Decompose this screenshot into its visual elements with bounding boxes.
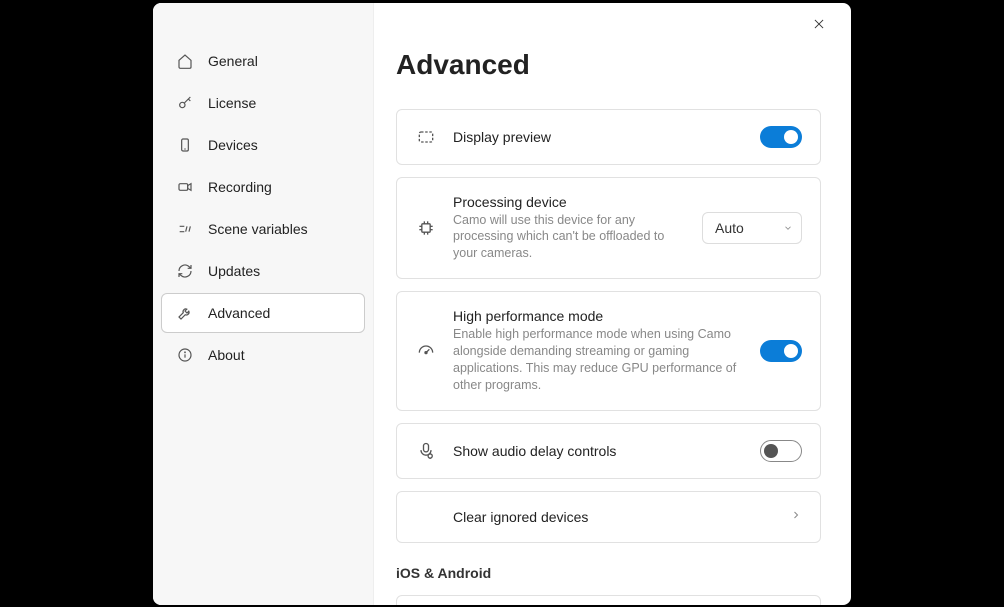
setting-description: Camo will use this device for any proces… — [453, 212, 686, 263]
sidebar-item-recording[interactable]: Recording — [161, 167, 365, 207]
display-preview-toggle[interactable] — [760, 126, 802, 148]
wrench-icon — [176, 304, 194, 322]
close-icon — [812, 17, 826, 36]
select-value: Auto — [715, 220, 744, 236]
chip-icon — [415, 217, 437, 239]
setting-high-performance: High performance mode Enable high perfor… — [396, 291, 821, 411]
refresh-icon — [176, 262, 194, 280]
sidebar-item-scene-variables[interactable]: Scene variables — [161, 209, 365, 249]
display-icon — [415, 126, 437, 148]
setting-label: Show audio delay controls — [453, 443, 744, 459]
high-performance-toggle[interactable] — [760, 340, 802, 362]
section-header-mobile: iOS & Android — [396, 565, 821, 581]
scroll-area[interactable]: Advanced Display preview Processing devi… — [374, 3, 851, 605]
gauge-icon — [415, 340, 437, 362]
sidebar-item-updates[interactable]: Updates — [161, 251, 365, 291]
setting-text: Show audio delay controls — [453, 443, 744, 459]
sidebar-item-advanced[interactable]: Advanced — [161, 293, 365, 333]
main-panel: Advanced Display preview Processing devi… — [374, 3, 851, 605]
sidebar-item-label: Scene variables — [208, 221, 308, 237]
setting-label: Processing device — [453, 194, 686, 210]
setting-text: Processing device Camo will use this dev… — [453, 194, 686, 263]
settings-window: General License Devices Recording Scene … — [153, 3, 851, 605]
setting-text: High performance mode Enable high perfor… — [453, 308, 744, 394]
sidebar-item-label: License — [208, 95, 256, 111]
sidebar: General License Devices Recording Scene … — [153, 3, 374, 605]
setting-display-preview: Display preview — [396, 109, 821, 165]
home-icon — [176, 52, 194, 70]
sidebar-item-label: Advanced — [208, 305, 270, 321]
setting-text: Display preview — [453, 129, 744, 145]
sidebar-item-about[interactable]: About — [161, 335, 365, 375]
sidebar-item-license[interactable]: License — [161, 83, 365, 123]
sidebar-item-label: Updates — [208, 263, 260, 279]
setting-screen-curtain: Screen curtain Automatically dim the pho… — [396, 595, 821, 605]
chevron-right-icon — [790, 508, 802, 526]
sidebar-item-label: Recording — [208, 179, 272, 195]
setting-label: High performance mode — [453, 308, 744, 324]
cube-icon — [176, 220, 194, 238]
key-icon — [176, 94, 194, 112]
sidebar-item-label: About — [208, 347, 245, 363]
mic-settings-icon — [415, 440, 437, 462]
setting-processing-device: Processing device Camo will use this dev… — [396, 177, 821, 280]
sidebar-item-devices[interactable]: Devices — [161, 125, 365, 165]
sidebar-item-general[interactable]: General — [161, 41, 365, 81]
setting-audio-delay: Show audio delay controls — [396, 423, 821, 479]
audio-delay-toggle[interactable] — [760, 440, 802, 462]
setting-description: Enable high performance mode when using … — [453, 326, 744, 394]
phone-icon — [176, 136, 194, 154]
sidebar-item-label: Devices — [208, 137, 258, 153]
chevron-down-icon — [783, 220, 793, 236]
close-button[interactable] — [809, 17, 829, 37]
setting-label: Display preview — [453, 129, 744, 145]
page-title: Advanced — [396, 49, 821, 81]
setting-label: Clear ignored devices — [453, 509, 774, 525]
setting-clear-ignored-devices[interactable]: Clear ignored devices — [396, 491, 821, 543]
sidebar-item-label: General — [208, 53, 258, 69]
info-icon — [176, 346, 194, 364]
setting-text: Clear ignored devices — [453, 509, 774, 525]
camera-icon — [176, 178, 194, 196]
processing-device-select[interactable]: Auto — [702, 212, 802, 244]
